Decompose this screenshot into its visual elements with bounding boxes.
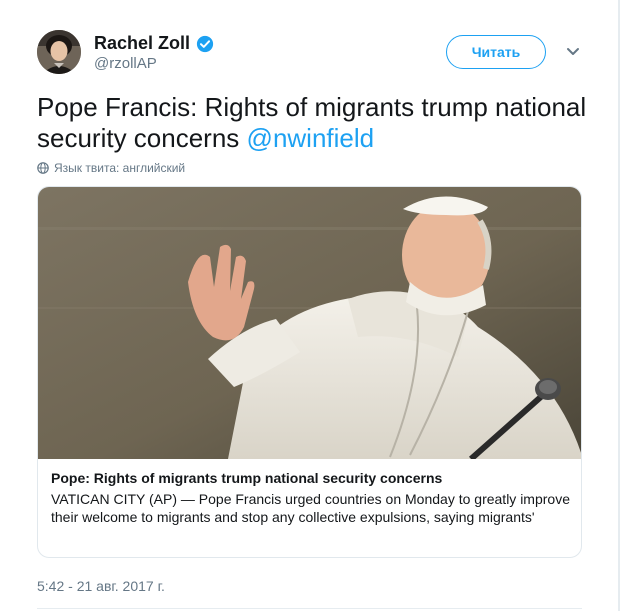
avatar[interactable]: [37, 30, 81, 74]
language-label: Язык твита: английский: [54, 161, 186, 175]
card-image[interactable]: [38, 187, 582, 459]
tweet-text: Pope Francis: Rights of migrants trump n…: [37, 92, 597, 154]
link-card[interactable]: Pope: Rights of migrants trump national …: [37, 186, 582, 558]
author-handle[interactable]: @rzollAP: [94, 55, 157, 72]
globe-icon: [37, 162, 49, 174]
card-description: VATICAN CITY (AP) — Pope Francis urged c…: [51, 491, 570, 525]
tweet-language: Язык твита: английский: [37, 161, 185, 175]
chevron-down-icon[interactable]: [566, 47, 580, 57]
tweet-timestamp[interactable]: 5:42 - 21 авг. 2017 г.: [37, 578, 165, 594]
author-name[interactable]: Rachel Zoll: [94, 33, 190, 54]
mention-link[interactable]: @nwinfield: [247, 123, 375, 153]
card-title[interactable]: Pope: Rights of migrants trump national …: [51, 470, 571, 486]
avatar-image: [37, 30, 81, 74]
follow-button[interactable]: Читать: [446, 35, 546, 69]
divider: [37, 608, 582, 609]
verified-badge-icon: [196, 35, 214, 52]
author-name-row: Rachel Zoll: [94, 33, 214, 54]
